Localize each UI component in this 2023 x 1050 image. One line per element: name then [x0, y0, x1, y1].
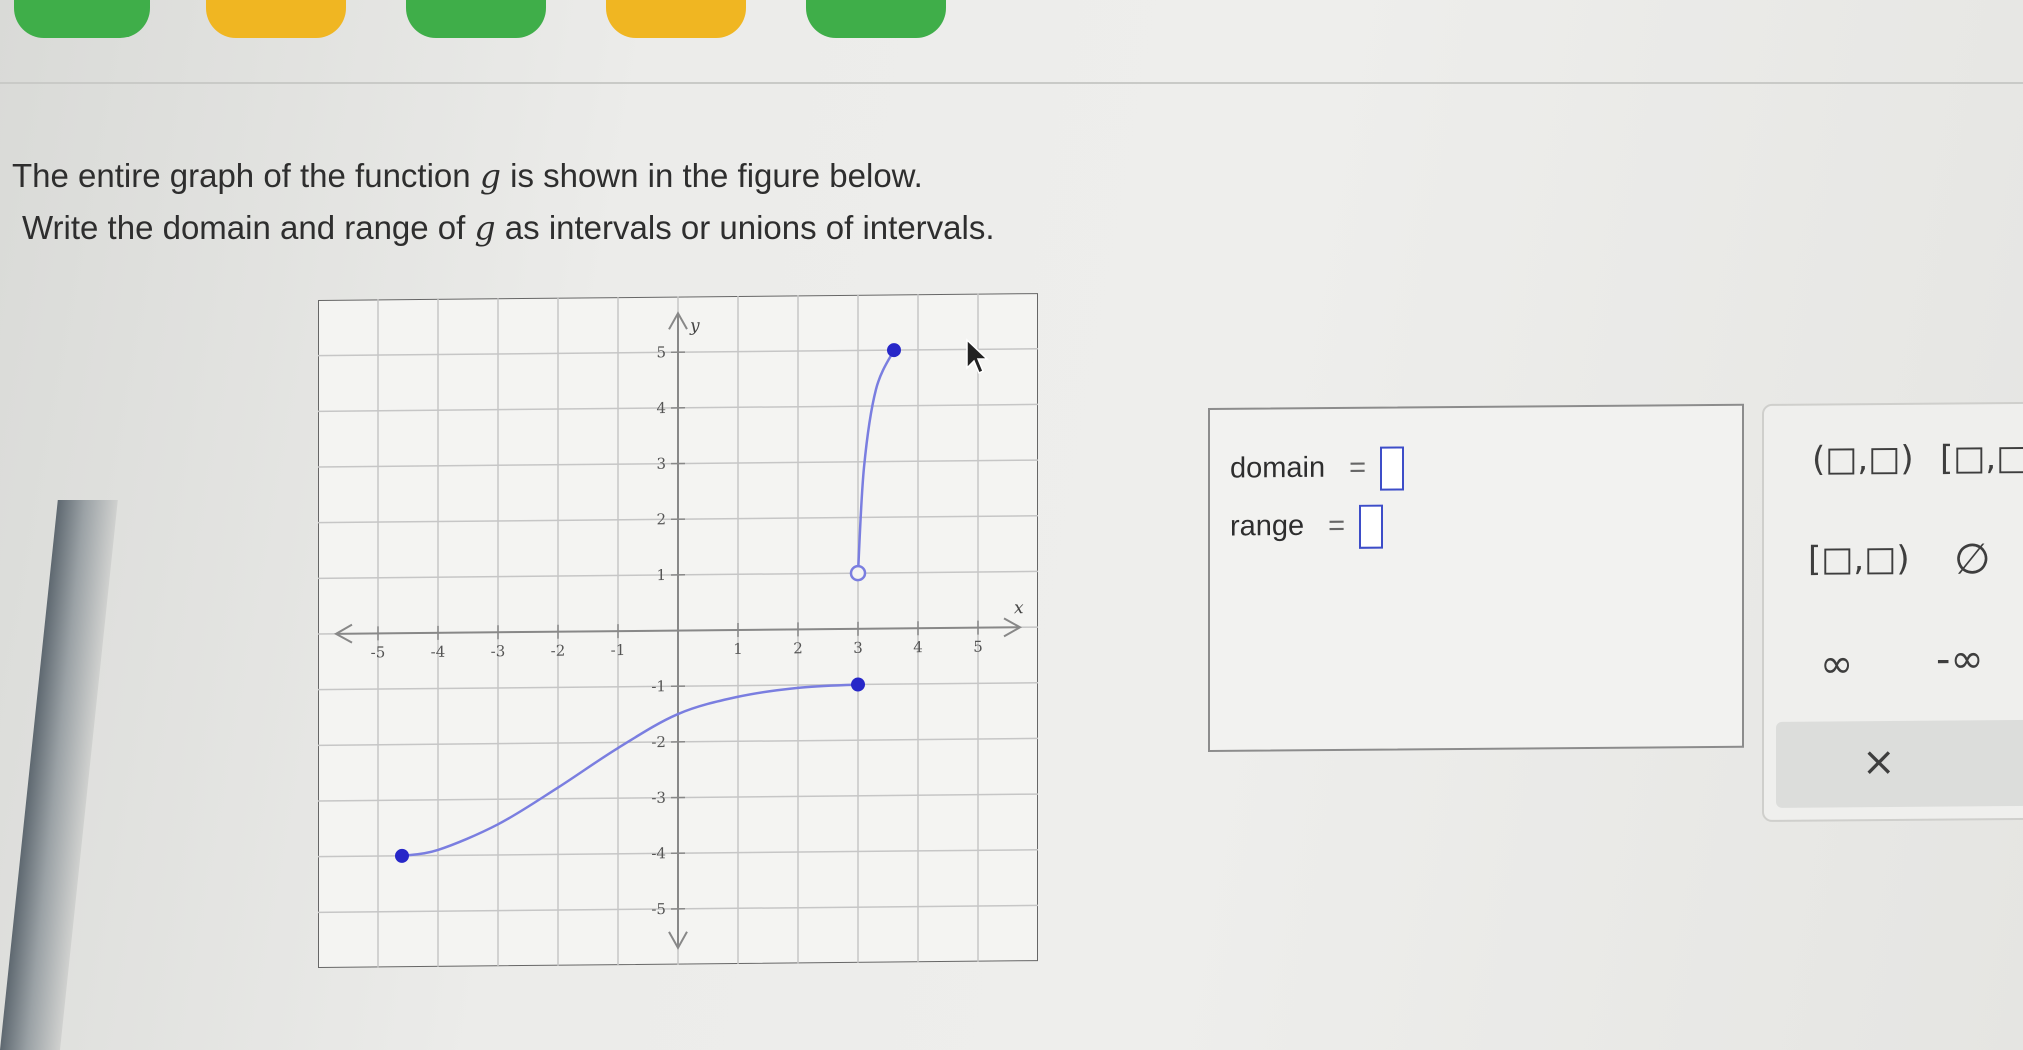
x-tick-label: 5: [973, 638, 983, 656]
x-tick-label: -2: [551, 642, 566, 660]
range-row: range =: [1230, 504, 1384, 550]
question-line-1-text: The entire graph of the function: [12, 157, 480, 194]
closed-endpoint: [851, 677, 865, 692]
x-tick-label: 1: [733, 640, 743, 658]
x-axis-label: x: [1014, 598, 1024, 618]
range-label: range: [1230, 509, 1305, 543]
negative-infinity-button[interactable]: -∞: [1936, 636, 1984, 682]
question-line-2-tail: as intervals or unions of intervals.: [495, 209, 995, 246]
y-tick-label: 1: [656, 566, 666, 584]
range-equals: =: [1328, 509, 1346, 542]
y-tick-label: 5: [656, 343, 666, 361]
closed-closed-interval-button[interactable]: [□,□]: [1940, 438, 2023, 479]
y-tick-label: -1: [651, 677, 666, 695]
closed-open-interval-button[interactable]: [□,□): [1808, 539, 1910, 580]
x-tick-label: 3: [853, 639, 863, 657]
open-endpoint: [849, 564, 867, 582]
domain-row: domain =: [1230, 446, 1405, 491]
x-tick-label: -1: [611, 641, 626, 659]
clear-row: ×: [1776, 719, 2023, 808]
y-tick-label: -2: [651, 733, 666, 751]
x-tick-label: 4: [913, 638, 923, 656]
y-tick-label: 2: [656, 510, 666, 528]
nav-pill-green-3[interactable]: [806, 0, 946, 38]
y-tick-label: -5: [651, 900, 666, 918]
clear-button[interactable]: ×: [1862, 739, 1896, 785]
top-divider: [0, 82, 2023, 84]
empty-set-button[interactable]: ∅: [1954, 534, 1991, 583]
infinity-button[interactable]: ∞: [1820, 641, 1853, 687]
function-variable: g: [479, 156, 501, 195]
y-tick-label: -3: [651, 789, 666, 807]
question-line-2: Write the domain and range of g as inter…: [12, 202, 1112, 254]
function-graph: x y -5 -4 -3 -2 -1 1 2 3 4 5 5 4 3 2 1 -1 -2 -3 -4 -5: [318, 293, 1038, 969]
interval-keypad: (□,□) [□,□] [□,□) ∅ ∞ -∞ ×: [1762, 401, 2023, 822]
y-tick-label: 4: [656, 399, 666, 417]
domain-equals: =: [1349, 451, 1367, 484]
nav-pill-yellow-2[interactable]: [606, 0, 746, 38]
y-tick-label: -4: [651, 844, 666, 862]
question-line-1-tail: is shown in the figure below.: [500, 157, 923, 194]
page-background: The entire graph of the function g is sh…: [0, 0, 2023, 1050]
question-line-1: The entire graph of the function g is sh…: [12, 150, 1112, 202]
closed-endpoint: [395, 848, 409, 863]
y-axis-label: y: [689, 316, 700, 336]
range-input[interactable]: [1359, 504, 1384, 549]
y-tick-label: 3: [656, 455, 666, 473]
domain-input[interactable]: [1380, 446, 1405, 491]
monitor-edge: [0, 500, 118, 1050]
function-variable: g: [474, 208, 496, 247]
x-tick-label: -3: [491, 642, 506, 660]
nav-pill-green-1[interactable]: [14, 0, 150, 38]
nav-pill-yellow-1[interactable]: [206, 0, 346, 38]
x-tick-label: -4: [431, 643, 446, 661]
open-open-interval-button[interactable]: (□,□): [1812, 439, 1914, 480]
question-line-2-text: Write the domain and range of: [22, 209, 475, 246]
closed-endpoint: [887, 343, 901, 358]
domain-label: domain: [1230, 451, 1326, 485]
mouse-cursor-icon: [966, 338, 989, 375]
question-text: The entire graph of the function g is sh…: [12, 150, 1112, 254]
answer-panel: domain = range =: [1208, 403, 1744, 752]
x-tick-label: -5: [371, 643, 386, 661]
graph-svg: x y -5 -4 -3 -2 -1 1 2 3 4 5 5 4 3 2 1 -1 -2 -3 -4 -5: [318, 293, 1038, 969]
nav-pill-green-2[interactable]: [406, 0, 546, 38]
x-tick-label: 2: [793, 639, 803, 657]
